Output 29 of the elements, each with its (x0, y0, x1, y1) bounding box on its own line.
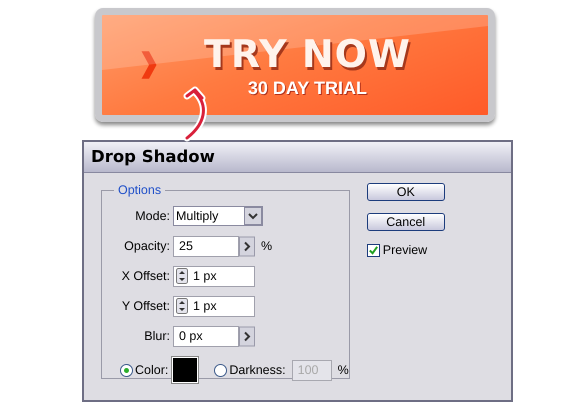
group-title: Options (117, 183, 162, 197)
headline-text: TRY NOW (204, 32, 411, 76)
spinner-icon[interactable] (176, 298, 188, 314)
field-label: Blur: (143, 329, 170, 343)
input-field[interactable]: 0 px (173, 326, 239, 346)
spinner-icon[interactable] (176, 268, 188, 284)
checkbox-label[interactable]: Preview (382, 243, 428, 257)
color-swatch[interactable] (172, 357, 198, 383)
unit-label: % (261, 239, 272, 253)
checkbox[interactable] (366, 244, 380, 256)
chevron-right-icon[interactable] (239, 326, 255, 346)
ok-button[interactable]: OK (366, 183, 445, 201)
dialog-title: Drop Shadow (84, 142, 511, 173)
field-label: Y Offset: (120, 299, 170, 313)
input-field[interactable]: 1 px (173, 296, 255, 316)
input-field[interactable]: 1 px (173, 266, 255, 286)
input-field[interactable]: 25 (173, 236, 239, 256)
chevron-icon (140, 50, 158, 80)
field-label: Mode: (134, 209, 170, 223)
chevron-right-icon[interactable] (239, 236, 255, 256)
subline-text: 30 DAY TRIAL (248, 78, 367, 98)
unit-label: % (338, 363, 349, 377)
field-label: Opacity: (123, 239, 170, 253)
field-label: X Offset: (120, 269, 170, 283)
mode-dropdown[interactable]: Multiply (173, 206, 263, 226)
radio-button[interactable] (120, 364, 133, 376)
cancel-button[interactable]: Cancel (366, 213, 445, 231)
dropdown-icon[interactable] (244, 207, 262, 225)
radio-label[interactable]: Color: (135, 363, 168, 377)
